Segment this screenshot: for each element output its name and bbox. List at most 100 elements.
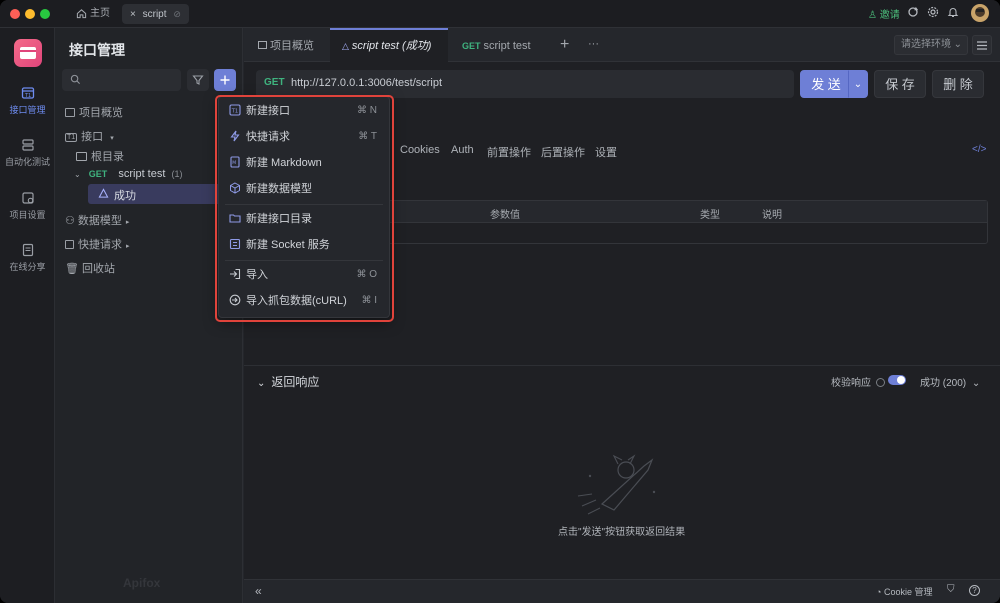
new-tab-button[interactable]: + <box>560 36 569 54</box>
delete-button[interactable]: 删 除 <box>932 70 984 98</box>
response-status: 成功 (200) <box>920 378 967 389</box>
menu-item-new-data-model[interactable]: 新建数据模型 <box>219 177 389 201</box>
sidebar-item-label: 接口 <box>81 131 104 143</box>
link-icon: ⊘ <box>173 9 181 19</box>
add-button[interactable] <box>214 69 236 91</box>
add-dropdown-menu: T1 新建接口 ⌘ N 快捷请求 ⌘ T M 新建 Markdown 新建数据模… <box>218 96 390 318</box>
tree-case-selected[interactable]: 成功 <box>88 184 238 204</box>
sidebar-item-data-model[interactable]: ⚇ 数据模型 ▸ <box>65 212 129 228</box>
code-icon[interactable]: </> <box>972 144 986 155</box>
tab-label: script test <box>483 40 531 52</box>
import-icon <box>229 268 241 280</box>
sidebar-item-recycle[interactable]: 🗑︎ 回收站 <box>65 260 115 276</box>
send-button[interactable]: 发 送 <box>800 70 852 98</box>
avatar[interactable] <box>971 4 989 22</box>
tab-auth[interactable]: Auth <box>451 144 474 156</box>
tab-settings[interactable]: 设置 <box>595 144 617 160</box>
shirt-icon[interactable]: ⛉ <box>947 584 955 595</box>
rail-item-online-share[interactable]: 在线分享 <box>0 243 55 273</box>
tree-folder-root[interactable]: 根目录 <box>76 148 124 164</box>
response-header[interactable]: ⌄ 返回响应 <box>257 373 319 390</box>
sidebar: 接口管理 项目概览 T1 接口 ▾ 根目录 ⌄ GET script test … <box>55 28 243 603</box>
rail-item-project-settings[interactable]: 项目设置 <box>0 191 55 221</box>
menu-item-new-api[interactable]: T1 新建接口 ⌘ N <box>219 99 389 123</box>
minimize-window-button[interactable] <box>25 9 35 19</box>
home-tab[interactable]: 主页 <box>68 4 118 24</box>
env-select[interactable]: 请选择环境 ⌄ <box>894 35 968 55</box>
send-dropdown-button[interactable]: ⌄ <box>848 70 868 98</box>
save-button[interactable]: 保 存 <box>874 70 926 98</box>
rail-item-api-management[interactable]: T1 接口管理 <box>0 86 55 116</box>
settings-gear-icon[interactable] <box>927 6 939 18</box>
chevron-down-icon: ⌄ <box>953 39 962 50</box>
menu-item-new-markdown[interactable]: M 新建 Markdown <box>219 151 389 175</box>
invite-button[interactable]: ♙ 邀请 <box>868 6 900 21</box>
more-tabs-icon[interactable]: ··· <box>588 38 599 50</box>
chevron-down-icon[interactable]: ⌄ <box>74 170 81 179</box>
svg-text:T1: T1 <box>231 109 238 115</box>
send-label: 发 送 <box>811 77 841 92</box>
app-window: 主页 × script ⊘ ♙ 邀请 T1 接口管理 自动化测试 项目设置 在线… <box>0 0 1000 603</box>
search-input[interactable] <box>62 69 181 91</box>
method-select[interactable]: GET <box>264 77 285 88</box>
sidebar-item-overview[interactable]: 项目概览 <box>65 104 123 120</box>
plus-icon <box>219 74 231 86</box>
rail-item-automation[interactable]: 自动化测试 <box>0 138 55 168</box>
tab-method: GET <box>462 41 481 51</box>
script-window-tab[interactable]: × script ⊘ <box>122 4 189 24</box>
search-icon <box>70 74 81 85</box>
tab-script-test-success[interactable]: △ script test (成功) <box>330 28 448 62</box>
tab-overview[interactable]: 项目概览 <box>246 28 326 62</box>
share-doc-icon <box>21 243 35 257</box>
filter-icon <box>192 74 204 86</box>
cookie-icon: ◔ <box>876 587 882 597</box>
folder-icon <box>76 152 87 161</box>
close-window-button[interactable] <box>10 9 20 19</box>
bell-icon[interactable] <box>947 6 959 18</box>
tab-get-script-test[interactable]: GET script test <box>450 28 543 62</box>
data-model-icon: ⚇ <box>65 215 75 227</box>
tree-api-script-test[interactable]: ⌄ GET script test (1) <box>74 168 182 180</box>
case-icon: △ <box>342 41 349 51</box>
response-title: 返回响应 <box>271 375 320 389</box>
chevron-down-icon: ⌄ <box>257 378 266 389</box>
close-tab-icon[interactable]: × <box>130 9 136 20</box>
titlebar: 主页 × script ⊘ ♙ 邀请 <box>0 0 1000 28</box>
sync-icon[interactable] <box>907 6 919 18</box>
zoom-window-button[interactable] <box>40 9 50 19</box>
collapse-sidebar-icon[interactable]: « <box>255 584 262 598</box>
menu-item-new-socket[interactable]: 新建 Socket 服务 <box>219 233 389 257</box>
sidebar-item-api[interactable]: T1 接口 ▾ <box>65 128 114 144</box>
menu-item-import[interactable]: 导入 ⌘ O <box>219 263 389 287</box>
tab-pre-script[interactable]: 前置操作 <box>487 144 531 160</box>
svg-text:M: M <box>232 160 236 166</box>
env-menu-button[interactable] <box>972 35 992 55</box>
sidebar-item-label: 回收站 <box>81 263 115 275</box>
url-input[interactable]: http://127.0.0.1:3006/test/script <box>291 77 442 89</box>
validate-toggle[interactable] <box>888 375 906 385</box>
url-bar[interactable]: GET http://127.0.0.1:3006/test/script <box>256 70 794 98</box>
help-icon[interactable]: ? <box>969 585 980 596</box>
caret-down-icon[interactable]: ▾ <box>110 135 114 142</box>
cookie-manager-button[interactable]: ◔ Cookie 管理 <box>876 585 932 598</box>
help-icon <box>875 378 885 387</box>
app-logo <box>14 39 42 67</box>
automation-icon <box>21 138 35 152</box>
env-select-value: 请选择环境 <box>901 39 951 50</box>
cookie-label: Cookie 管理 <box>883 587 933 597</box>
invite-label: 邀请 <box>879 10 900 21</box>
menu-item-quick-request[interactable]: 快捷请求 ⌘ T <box>219 125 389 149</box>
menu-item-new-folder[interactable]: 新建接口目录 <box>219 207 389 231</box>
sidebar-item-label: 项目概览 <box>79 107 123 119</box>
response-status-select[interactable]: 成功 (200) ⌄ <box>920 374 980 389</box>
socket-icon <box>229 238 241 250</box>
menu-item-import-curl[interactable]: 导入抓包数据(cURL) ⌘ I <box>219 289 389 313</box>
watermark-logo: Apifox <box>123 576 161 590</box>
tab-cookies[interactable]: Cookies <box>400 144 440 156</box>
sidebar-item-quick-request[interactable]: 快捷请求 ▸ <box>65 236 130 252</box>
filter-button[interactable] <box>187 69 209 91</box>
menu-item-shortcut: ⌘ N <box>357 105 377 116</box>
menu-item-label: 新建接口 <box>246 105 290 117</box>
overview-icon <box>65 108 75 117</box>
tab-post-script[interactable]: 后置操作 <box>541 144 585 160</box>
